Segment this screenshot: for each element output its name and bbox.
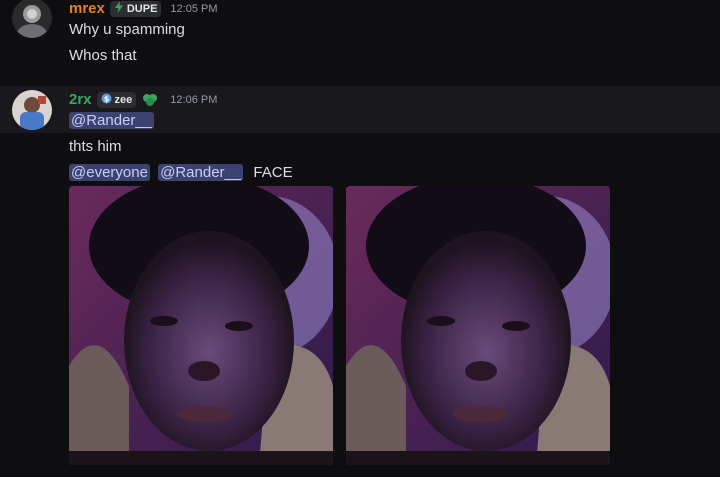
bolt-icon	[114, 1, 124, 16]
image-attachment[interactable]	[346, 186, 610, 465]
message-text: thts him	[69, 138, 122, 155]
user-mention[interactable]: @Rander__	[69, 112, 155, 129]
everyone-mention[interactable]: @everyone	[69, 164, 150, 181]
mention-line: @Rander__	[69, 112, 155, 129]
user-mention[interactable]: @Rander__	[158, 164, 244, 181]
message-text: FACE	[253, 164, 293, 181]
username[interactable]: 2rx	[69, 91, 92, 108]
leaf-icon	[142, 93, 158, 107]
timestamp: 12:05 PM	[170, 2, 218, 15]
message-text: @everyone @Rander__ FACE	[69, 164, 293, 181]
avatar[interactable]	[12, 90, 52, 130]
svg-text:$: $	[103, 94, 109, 103]
server-tag[interactable]: DUPE	[109, 0, 162, 17]
timestamp: 12:06 PM	[170, 93, 218, 106]
server-tag[interactable]: $ zee	[96, 91, 137, 108]
avatar[interactable]	[12, 0, 52, 38]
image-attachment[interactable]	[69, 186, 333, 465]
dollar-icon: $	[101, 93, 112, 107]
username[interactable]: mrex	[69, 0, 105, 17]
message-text: Why u spamming	[69, 21, 185, 38]
message-text: Whos that	[69, 47, 137, 64]
